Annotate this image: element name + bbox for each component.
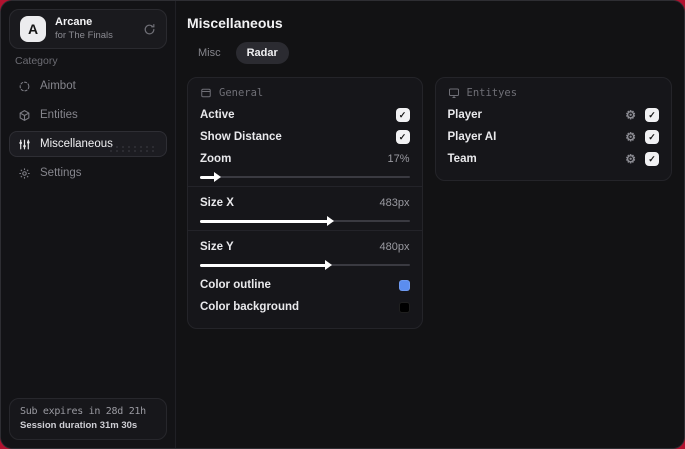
size-x-slider[interactable]: [200, 215, 410, 226]
sidebar-item-label: Entities: [40, 109, 78, 121]
general-panel: General Active ✓ Show Distance ✓ Zoom 17…: [187, 77, 423, 329]
sidebar-nav: Aimbot Entities Miscellaneous Settings: [9, 73, 167, 186]
sync-icon[interactable]: [143, 23, 156, 36]
entity-label: Team: [447, 153, 477, 165]
show-distance-checkbox[interactable]: ✓: [395, 130, 410, 144]
toggle-label: Show Distance: [200, 131, 282, 143]
sliders-icon: [18, 138, 31, 151]
slider-row-zoom: Zoom 17%: [200, 148, 410, 170]
app-title: Arcane: [55, 16, 93, 29]
slider-label: Size X: [200, 197, 234, 209]
general-panel-title: General: [219, 87, 264, 99]
slider-fill[interactable]: [200, 260, 332, 270]
app-meta: Arcane for The Finals: [55, 16, 113, 42]
slider-track: [200, 176, 410, 178]
divider: [188, 186, 422, 187]
size-y-slider[interactable]: [200, 259, 410, 270]
slider-value: 17%: [387, 153, 410, 165]
session-duration-text: Session duration 31m 30s: [20, 420, 138, 431]
slider-fill[interactable]: [200, 172, 221, 182]
gear-icon[interactable]: ⚙: [625, 131, 636, 143]
app-subtitle: for The Finals: [55, 29, 113, 41]
tab-radar[interactable]: Radar: [235, 42, 289, 64]
general-panel-header: General: [200, 87, 410, 99]
entity-row-player: Player ⚙ ✓: [447, 104, 659, 126]
slider-row-size-y: Size Y 480px: [200, 236, 410, 258]
app-window: A Arcane for The Finals Category Aimbot: [0, 0, 685, 449]
main-content: Miscellaneous Misc Radar General Active …: [177, 1, 684, 448]
entity-label: Player: [447, 109, 483, 121]
player-checkbox[interactable]: ✓: [645, 108, 659, 122]
category-label: Category: [15, 55, 58, 67]
color-row-outline: Color outline: [200, 274, 410, 296]
color-label: Color background: [200, 301, 300, 313]
sub-expiry-text: Sub expires in 28d 21h: [20, 406, 146, 417]
crosshair-icon: [18, 80, 31, 93]
sidebar-item-entities[interactable]: Entities: [9, 102, 167, 128]
slider-value: 483px: [379, 197, 410, 209]
entities-panel-header: Entityes: [448, 87, 660, 99]
slider-fill[interactable]: [200, 216, 334, 226]
slider-label: Zoom: [200, 153, 232, 165]
color-row-background: Color background: [200, 296, 410, 318]
dots-decoration: [108, 145, 156, 152]
tab-bar: Misc Radar: [187, 42, 672, 64]
subscription-card: Sub expires in 28d 21h Session duration …: [9, 398, 167, 440]
sidebar-item-miscellaneous[interactable]: Miscellaneous: [9, 131, 167, 157]
sidebar-item-label: Aimbot: [40, 80, 76, 92]
divider: [188, 230, 422, 231]
toggle-label: Active: [200, 109, 235, 121]
player-ai-checkbox[interactable]: ✓: [645, 130, 659, 144]
entity-row-team: Team ⚙ ✓: [447, 148, 659, 170]
background-color-swatch[interactable]: [398, 301, 410, 313]
active-checkbox[interactable]: ✓: [395, 108, 410, 122]
sidebar: A Arcane for The Finals Category Aimbot: [1, 1, 176, 448]
sidebar-item-aimbot[interactable]: Aimbot: [9, 73, 167, 99]
slider-value: 480px: [379, 241, 410, 253]
entity-row-player-ai: Player AI ⚙ ✓: [447, 126, 659, 148]
panels-row: General Active ✓ Show Distance ✓ Zoom 17…: [187, 77, 672, 329]
gear-icon[interactable]: ⚙: [625, 109, 636, 121]
outline-color-swatch[interactable]: [398, 279, 410, 291]
sidebar-item-label: Settings: [40, 167, 82, 179]
zoom-slider[interactable]: [200, 171, 410, 182]
gear-icon: [18, 167, 31, 180]
entities-panel: Entityes Player ⚙ ✓ Player AI ⚙ ✓ Team ⚙…: [434, 77, 672, 181]
entities-panel-title: Entityes: [466, 87, 518, 99]
team-checkbox[interactable]: ✓: [645, 152, 659, 166]
color-label: Color outline: [200, 279, 271, 291]
tab-misc[interactable]: Misc: [187, 42, 232, 64]
page-title: Miscellaneous: [187, 15, 283, 31]
toggle-row-show-distance: Show Distance ✓: [200, 126, 410, 148]
entities-icon: [18, 109, 31, 122]
app-logo: A: [20, 16, 46, 42]
entity-label: Player AI: [447, 131, 497, 143]
toggle-row-active: Active ✓: [200, 104, 410, 126]
slider-label: Size Y: [200, 241, 234, 253]
app-header-card: A Arcane for The Finals: [9, 9, 167, 49]
window-icon: [201, 88, 211, 98]
slider-row-size-x: Size X 483px: [200, 192, 410, 214]
sidebar-item-settings[interactable]: Settings: [9, 160, 167, 186]
monitor-icon: [448, 88, 459, 98]
sidebar-item-label: Miscellaneous: [40, 138, 113, 150]
gear-icon[interactable]: ⚙: [625, 153, 636, 165]
